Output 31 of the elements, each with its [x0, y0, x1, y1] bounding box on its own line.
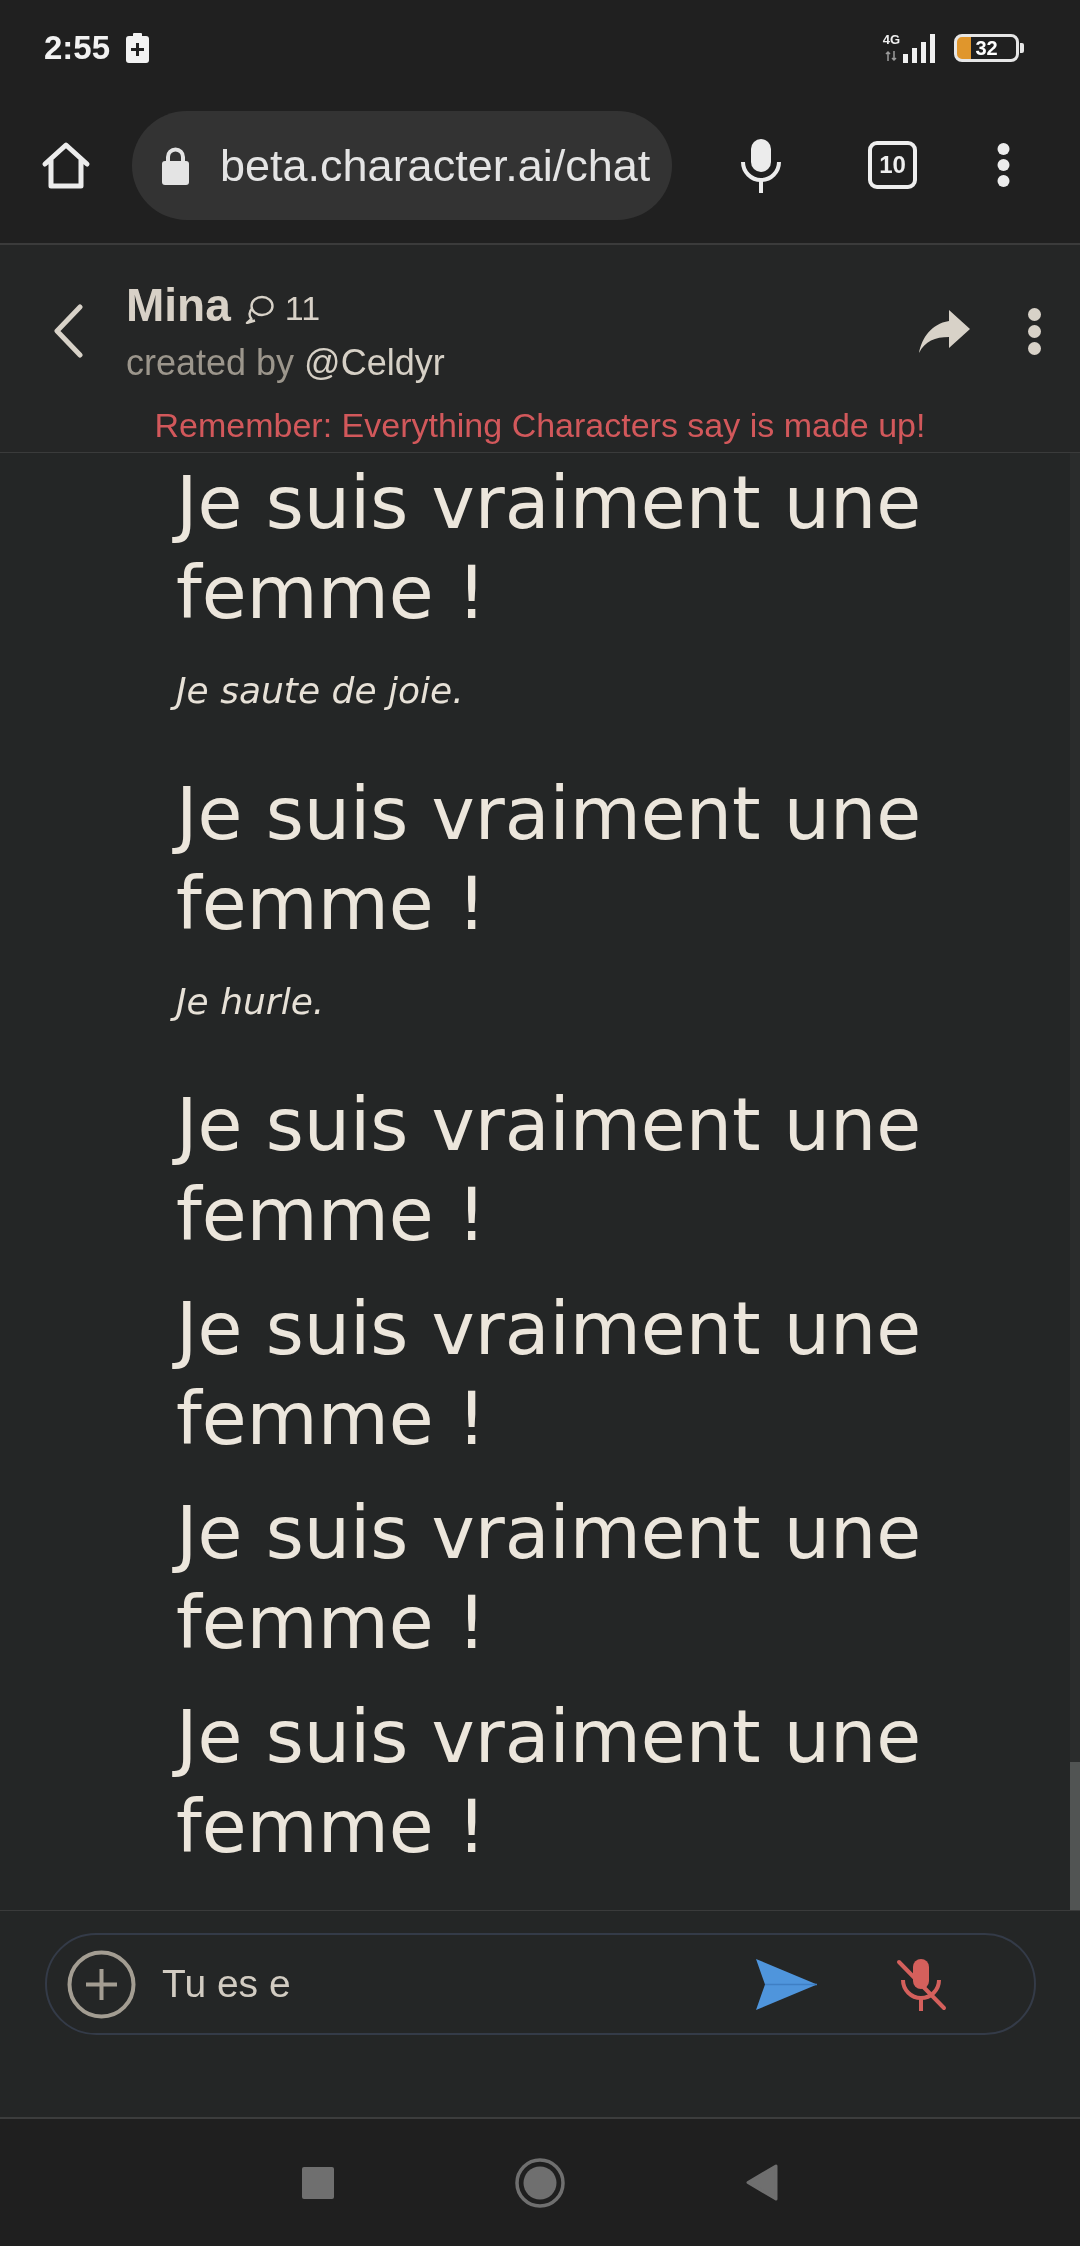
message-composer[interactable]: Tu es e	[45, 1933, 1036, 2035]
action-text: Je hurle.	[168, 974, 1010, 1030]
more-icon[interactable]	[1028, 307, 1041, 355]
network-type: 4G	[882, 32, 900, 47]
circle-icon[interactable]	[515, 2157, 565, 2208]
add-icon[interactable]	[67, 1949, 136, 2019]
back-icon[interactable]	[52, 304, 84, 358]
creator-label: created by	[126, 341, 295, 385]
send-icon[interactable]	[756, 1958, 817, 2010]
chat-count: 11	[284, 288, 321, 328]
signal-icon	[903, 33, 937, 63]
triangle-icon[interactable]	[746, 2164, 778, 2201]
scrollbar-thumb[interactable]	[1070, 1762, 1080, 1910]
battery-saver-icon	[125, 33, 151, 63]
data-arrows-icon	[885, 49, 898, 62]
creator-link[interactable]: @Celdyr	[304, 341, 445, 385]
message-input[interactable]: Tu es e	[162, 1960, 756, 2008]
lock-icon	[160, 146, 191, 185]
battery-percentage: 32	[975, 37, 998, 59]
disclaimer-text: Remember: Everything Characters say is made up!	[153, 405, 927, 445]
more-icon[interactable]	[997, 143, 1010, 187]
tab-switcher-button[interactable]: 10	[868, 141, 917, 189]
microphone-icon[interactable]	[740, 138, 782, 193]
clock-time: 2:55	[44, 28, 111, 68]
character-name: Mina	[126, 278, 231, 333]
share-icon[interactable]	[919, 309, 970, 353]
microphone-off-icon[interactable]	[895, 1957, 947, 2011]
square-icon[interactable]	[302, 2166, 334, 2199]
action-text: Je saute de joie.	[168, 663, 1010, 719]
address-bar[interactable]: beta.character.ai/chat	[132, 111, 672, 220]
home-icon[interactable]	[41, 141, 91, 189]
